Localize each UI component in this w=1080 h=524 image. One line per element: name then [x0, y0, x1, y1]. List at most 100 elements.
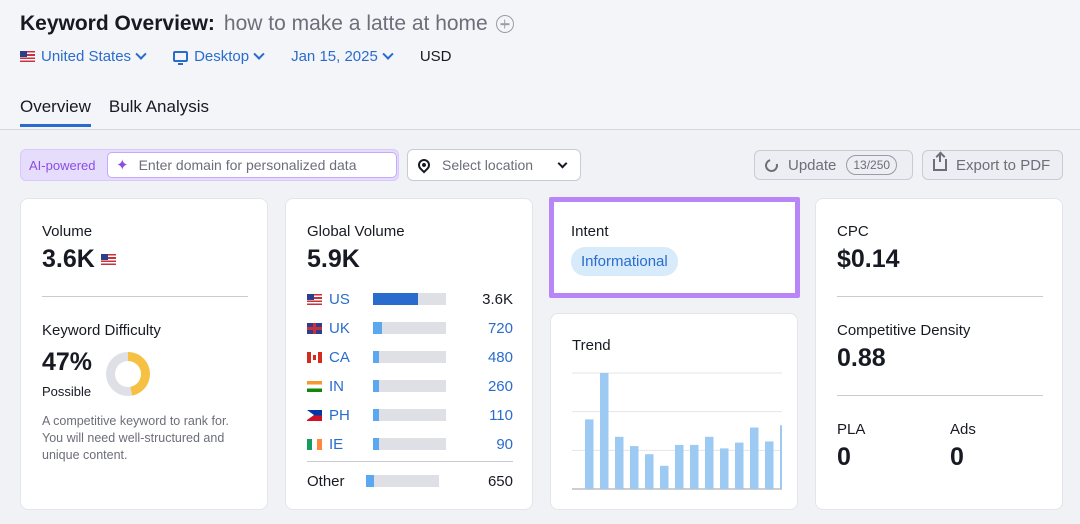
- trend-bar[interactable]: [765, 441, 774, 489]
- country-row[interactable]: US 3.6K: [307, 289, 513, 309]
- keyword-title: how to make a latte at home: [223, 12, 488, 35]
- chevron-down-icon: [557, 158, 568, 169]
- trend-bar[interactable]: [600, 373, 609, 489]
- density-label: Competitive Density: [837, 322, 971, 339]
- tab-bar: Overview Bulk Analysis: [20, 97, 227, 127]
- other-label: Other: [307, 472, 345, 490]
- kd-value: 47%: [42, 348, 93, 376]
- divider: [837, 395, 1043, 396]
- us-flag-icon: [20, 51, 35, 62]
- country-row[interactable]: CA 480: [307, 347, 513, 367]
- country-volume[interactable]: 480: [446, 349, 513, 366]
- volume-value-row: 3.6K: [42, 245, 122, 274]
- location-placeholder: Select location: [442, 157, 534, 173]
- in-flag-icon: [307, 380, 322, 392]
- sparkle-icon: ✦: [116, 157, 129, 174]
- device-dropdown[interactable]: Desktop: [173, 48, 265, 65]
- global-volume-label: Global Volume: [307, 223, 405, 240]
- volume-bar-fill: [373, 293, 418, 305]
- volume-value: 3.6K: [42, 245, 95, 273]
- ai-domain-box: AI-powered ✦ Enter domain for personaliz…: [20, 149, 399, 181]
- title-row: Keyword Overview: how to make a latte at…: [20, 12, 514, 36]
- tab-overview[interactable]: Overview: [20, 97, 91, 127]
- location-select[interactable]: Select location: [407, 149, 581, 181]
- country-code: IN: [329, 377, 344, 395]
- trend-bar[interactable]: [675, 444, 684, 489]
- country-volume[interactable]: 720: [446, 320, 513, 337]
- ie-flag-icon: [307, 438, 322, 450]
- density-value: 0.88: [837, 344, 886, 372]
- trend-bar[interactable]: [705, 436, 714, 489]
- ph-flag-icon: [307, 409, 322, 421]
- filter-row: United States Desktop Jan 15, 2025 USD: [20, 48, 480, 65]
- country-row[interactable]: PH 110: [307, 405, 513, 425]
- tab-bulk-analysis[interactable]: Bulk Analysis: [109, 97, 209, 127]
- trend-bar[interactable]: [750, 427, 759, 489]
- cpc-label: CPC: [837, 223, 869, 240]
- pla-value: 0: [837, 443, 851, 471]
- country-code: US: [329, 290, 350, 308]
- update-count-badge: 13/250: [846, 155, 898, 175]
- trend-bar[interactable]: [615, 436, 624, 489]
- trend-bar[interactable]: [720, 448, 729, 489]
- export-pdf-button[interactable]: Export to PDF: [922, 150, 1063, 180]
- date-dropdown[interactable]: Jan 15, 2025: [291, 48, 394, 65]
- us-flag-icon: [100, 254, 116, 265]
- page-title: Keyword Overview:: [20, 12, 215, 35]
- trend-bar[interactable]: [645, 454, 654, 489]
- kd-donut-chart: [106, 352, 150, 396]
- volume-bar: [373, 409, 446, 421]
- cpc-value: $0.14: [837, 245, 900, 273]
- country-row[interactable]: IN 260: [307, 376, 513, 396]
- domain-input[interactable]: ✦ Enter domain for personalized data: [107, 152, 397, 178]
- other-volume: 650: [487, 472, 513, 490]
- country-row[interactable]: UK 720: [307, 318, 513, 338]
- country-volume[interactable]: 90: [446, 436, 513, 453]
- page-header: Keyword Overview: how to make a latte at…: [0, 0, 1080, 130]
- us-flag-icon: [307, 293, 322, 305]
- volume-bar: [373, 351, 446, 363]
- country-volume[interactable]: 260: [446, 378, 513, 395]
- country-dropdown[interactable]: United States: [20, 48, 147, 65]
- other-row: Other 650: [307, 471, 513, 491]
- export-label: Export to PDF: [956, 156, 1051, 174]
- country-row[interactable]: IE 90: [307, 434, 513, 454]
- global-volume-value: 5.9K: [307, 245, 360, 273]
- volume-label: Volume: [42, 223, 93, 240]
- export-icon: [933, 153, 947, 171]
- uk-flag-icon: [307, 322, 322, 334]
- trend-label: Trend: [572, 337, 611, 354]
- volume-bar-fill: [366, 475, 375, 487]
- chevron-down-icon: [135, 48, 147, 60]
- add-keyword-icon[interactable]: [495, 15, 514, 33]
- currency-label: USD: [419, 48, 452, 65]
- trend-bar[interactable]: [690, 444, 699, 489]
- kd-label: Keyword Difficulty: [42, 322, 161, 339]
- volume-bar-fill: [373, 438, 379, 450]
- country-code: PH: [329, 406, 350, 424]
- ca-flag-icon: [307, 351, 322, 363]
- volume-bar: [373, 322, 446, 334]
- country-code: UK: [329, 319, 350, 337]
- trend-bar[interactable]: [630, 446, 639, 489]
- update-button[interactable]: Update 13/250: [754, 150, 913, 180]
- chevron-down-icon: [382, 48, 394, 60]
- volume-card: Volume 3.6K Keyword Difficulty 47% Possi…: [20, 198, 268, 510]
- trend-bar[interactable]: [735, 442, 744, 489]
- update-label: Update: [788, 156, 837, 174]
- volume-bar-fill: [373, 409, 379, 421]
- divider: [42, 296, 248, 297]
- chevron-down-icon: [253, 48, 265, 60]
- trend-bar[interactable]: [585, 419, 594, 489]
- volume-bar: [373, 293, 446, 305]
- trend-bar[interactable]: [780, 425, 782, 489]
- country-volume[interactable]: 110: [446, 407, 513, 424]
- global-volume-card: Global Volume 5.9K US 3.6K UK 720 CA 480…: [285, 198, 533, 510]
- intent-badge[interactable]: Informational: [571, 247, 678, 276]
- country-code: IE: [329, 435, 344, 453]
- divider: [837, 296, 1043, 297]
- trend-bar[interactable]: [660, 465, 669, 489]
- volume-bar-fill: [373, 351, 379, 363]
- refresh-icon: [762, 156, 781, 174]
- date-label: Jan 15, 2025: [291, 48, 378, 65]
